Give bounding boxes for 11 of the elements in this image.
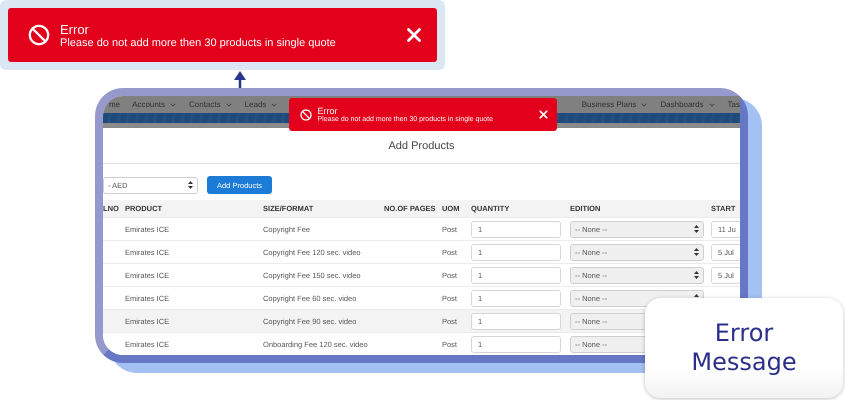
spinner-icon — [694, 248, 699, 256]
spinner-icon — [188, 181, 193, 189]
blocked-icon — [300, 108, 312, 120]
toast-title: Error — [318, 106, 338, 116]
toast-title: Error — [60, 22, 90, 36]
page-title: Add Products — [388, 140, 455, 152]
close-icon[interactable] — [537, 108, 550, 121]
spinner-icon — [694, 271, 699, 279]
spinner-icon — [694, 225, 699, 233]
toast-message: Please do not add more then 30 products in single quote — [60, 36, 337, 48]
blocked-icon — [28, 24, 50, 46]
